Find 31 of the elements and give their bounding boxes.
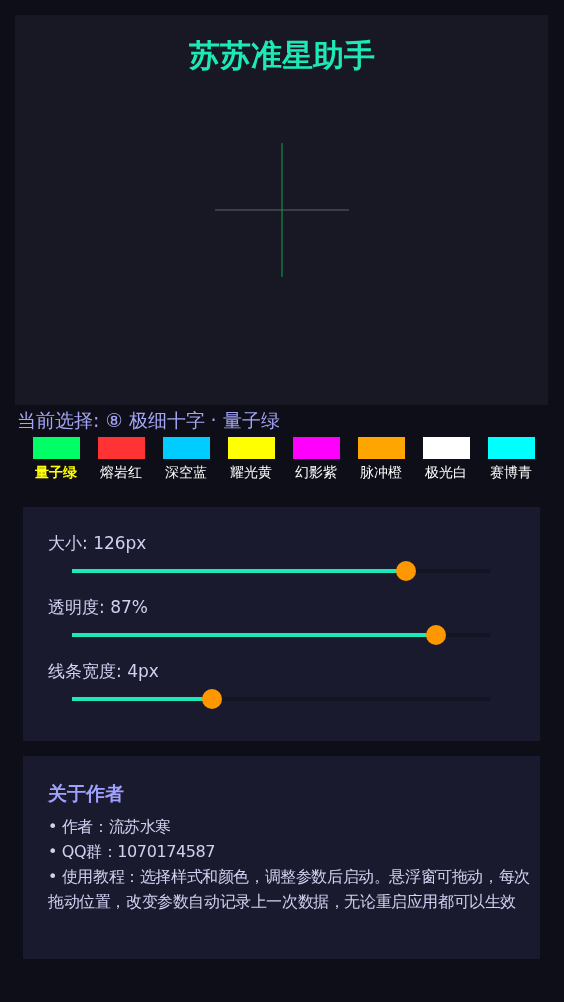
- color-swatch[interactable]: [32, 437, 80, 459]
- color-swatch[interactable]: [357, 437, 405, 459]
- about-text: • 使用教程：选择样式和颜色，调整参数后启动。悬浮窗可拖动，每次拖动位置，改变参数自动记录上一次数据，无论重启应用都可以生效: [48, 866, 531, 913]
- color-label: 脉冲橙: [360, 464, 402, 482]
- color-label: 耀光黄: [230, 464, 272, 482]
- slider-thumb[interactable]: [202, 689, 222, 709]
- current-selection: 当前选择: ⑧ 极细十字 · 量子绿: [17, 408, 281, 433]
- slider[interactable]: [72, 561, 490, 581]
- slider[interactable]: [72, 625, 490, 645]
- app-title: 苏苏准星助手: [188, 36, 375, 75]
- color-swatch[interactable]: [97, 437, 145, 459]
- about-text: • 作者：流苏水寒: [48, 816, 172, 838]
- color-label: 赛博青: [490, 464, 532, 482]
- about-title: 关于作者: [48, 781, 125, 806]
- color-label: 极光白: [425, 464, 467, 482]
- color-label: 深空蓝: [165, 464, 207, 482]
- about-text: • QQ群：1070174587: [48, 841, 217, 863]
- slider-thumb[interactable]: [425, 625, 446, 645]
- slider[interactable]: [72, 689, 490, 709]
- color-swatch[interactable]: [487, 437, 535, 459]
- color-label: 幻影紫: [295, 464, 337, 482]
- color-label: 熔岩红: [100, 464, 142, 482]
- slider-label: 大小: 126px: [48, 532, 148, 555]
- slider-thumb[interactable]: [396, 561, 417, 581]
- color-swatch[interactable]: [422, 437, 470, 459]
- color-label: 量子绿: [35, 464, 77, 482]
- color-swatch[interactable]: [227, 437, 275, 459]
- slider-label: 线条宽度: 4px: [48, 660, 160, 683]
- color-swatch[interactable]: [292, 437, 340, 459]
- slider-label: 透明度: 87%: [48, 596, 149, 619]
- color-swatch[interactable]: [162, 437, 210, 459]
